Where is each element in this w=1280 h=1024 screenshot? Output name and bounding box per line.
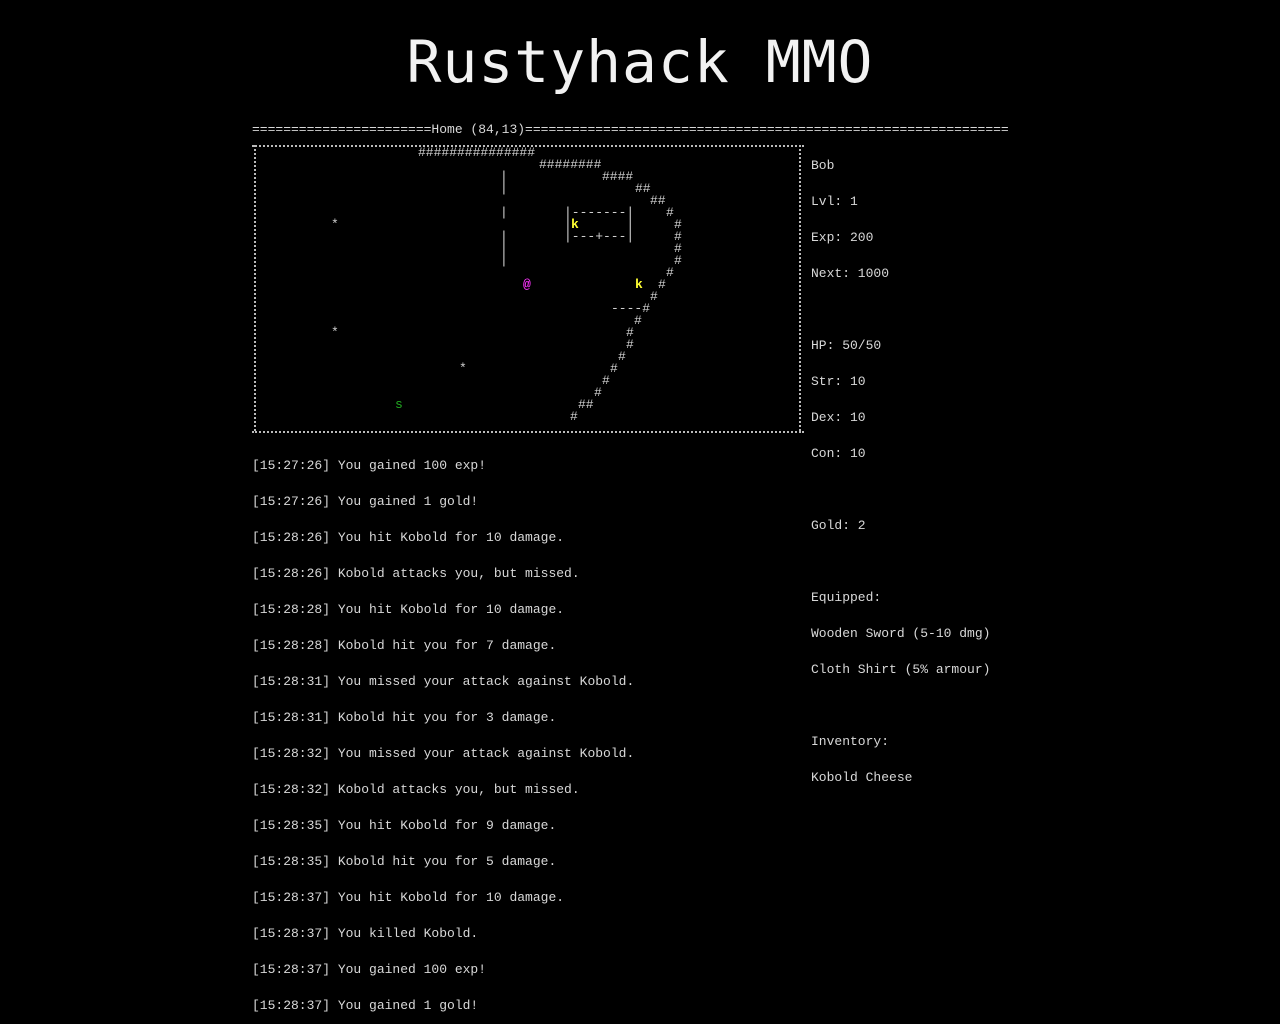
log-line: [15:28:37] You gained 1 gold! bbox=[252, 998, 479, 1013]
log-line: [15:28:26] You hit Kobold for 10 damage. bbox=[252, 530, 565, 545]
log-line: [15:28:28] You hit Kobold for 10 damage. bbox=[252, 602, 565, 617]
log-line: [15:28:37] You gained 100 exp! bbox=[252, 962, 487, 977]
log-line: [15:28:37] You hit Kobold for 10 damage. bbox=[252, 890, 565, 905]
log-line: [15:28:32] You missed your attack agains… bbox=[252, 746, 635, 761]
corridor-wall: #### bbox=[602, 169, 634, 184]
item-marker[interactable]: * bbox=[331, 218, 339, 231]
log-line: [15:28:37] You killed Kobold. bbox=[252, 926, 479, 941]
stats-panel: Bob Lvl: 1 Exp: 200 Next: 1000 HP: 50/50… bbox=[811, 136, 990, 796]
player-str: Str: 10 bbox=[811, 374, 866, 389]
corridor-wall: ## bbox=[650, 193, 666, 208]
corridor-wall: ############### bbox=[418, 145, 536, 160]
player-next: Next: 1000 bbox=[811, 266, 890, 281]
player-character[interactable]: @ bbox=[523, 278, 531, 291]
game-map[interactable]: ############### ######## #### ## ## # # … bbox=[252, 137, 804, 435]
player-level: Lvl: 1 bbox=[811, 194, 858, 209]
snake-npc[interactable]: s bbox=[395, 398, 403, 411]
player-dex: Dex: 10 bbox=[811, 410, 866, 425]
equipped-label: Equipped: bbox=[811, 590, 882, 605]
log-line: [15:27:26] You gained 1 gold! bbox=[252, 494, 479, 509]
corridor-wall: ## bbox=[578, 397, 594, 412]
log-line: [15:28:32] Kobold attacks you, but misse… bbox=[252, 782, 580, 797]
corridor-wall: # bbox=[610, 361, 618, 376]
log-line: [15:28:26] Kobold attacks you, but misse… bbox=[252, 566, 580, 581]
corridor-wall: # bbox=[666, 205, 674, 220]
game-title: Rustyhack MMO bbox=[406, 28, 874, 96]
map-border-right bbox=[799, 145, 801, 431]
map-border-left bbox=[254, 145, 256, 431]
equipped-item: Cloth Shirt (5% armour) bbox=[811, 662, 991, 677]
map-header: =======================Home (84,13)=====… bbox=[252, 122, 1009, 137]
corridor-wall: # bbox=[594, 385, 602, 400]
corridor-wall: ----# bbox=[611, 301, 651, 316]
inventory-label: Inventory: bbox=[811, 734, 890, 749]
player-gold: Gold: 2 bbox=[811, 518, 866, 533]
log-line: [15:28:35] You hit Kobold for 9 damage. bbox=[252, 818, 557, 833]
log-line: [15:28:31] Kobold hit you for 3 damage. bbox=[252, 710, 557, 725]
corridor-wall: ######## bbox=[539, 157, 602, 172]
player-hp: HP: 50/50 bbox=[811, 338, 882, 353]
corridor-wall: # bbox=[570, 409, 578, 424]
player-con: Con: 10 bbox=[811, 446, 866, 461]
equipped-item: Wooden Sword (5-10 dmg) bbox=[811, 626, 991, 641]
corridor-wall: # bbox=[618, 349, 626, 364]
map-border-bottom bbox=[252, 431, 804, 433]
fence: | bbox=[500, 181, 508, 196]
corridor-wall: # bbox=[626, 337, 634, 352]
log-line: [15:28:35] Kobold hit you for 5 damage. bbox=[252, 854, 557, 869]
corridor-wall: # bbox=[634, 313, 642, 328]
item-marker[interactable]: * bbox=[331, 326, 339, 339]
log-line: [15:28:28] Kobold hit you for 7 damage. bbox=[252, 638, 557, 653]
building-wall: |---+---| bbox=[564, 229, 635, 244]
item-marker[interactable]: * bbox=[459, 362, 467, 375]
log-line: [15:28:31] You missed your attack agains… bbox=[252, 674, 635, 689]
corridor-wall: ## bbox=[635, 181, 651, 196]
corridor-wall: # bbox=[650, 289, 658, 304]
message-log: [15:27:26] You gained 100 exp! [15:27:26… bbox=[252, 436, 634, 1024]
log-line: [15:27:26] You gained 100 exp! bbox=[252, 458, 487, 473]
fence: | bbox=[500, 205, 508, 220]
corridor-wall: # bbox=[602, 373, 610, 388]
corridor-wall: # bbox=[666, 265, 674, 280]
corridor-wall: # bbox=[674, 253, 682, 268]
corridor-wall: # bbox=[658, 277, 666, 292]
kobold-npc[interactable]: k bbox=[571, 218, 579, 231]
kobold-npc[interactable]: k bbox=[635, 278, 643, 291]
fence: | bbox=[500, 253, 508, 268]
player-exp: Exp: 200 bbox=[811, 230, 874, 245]
inventory-item: Kobold Cheese bbox=[811, 770, 913, 785]
player-name: Bob bbox=[811, 158, 835, 173]
